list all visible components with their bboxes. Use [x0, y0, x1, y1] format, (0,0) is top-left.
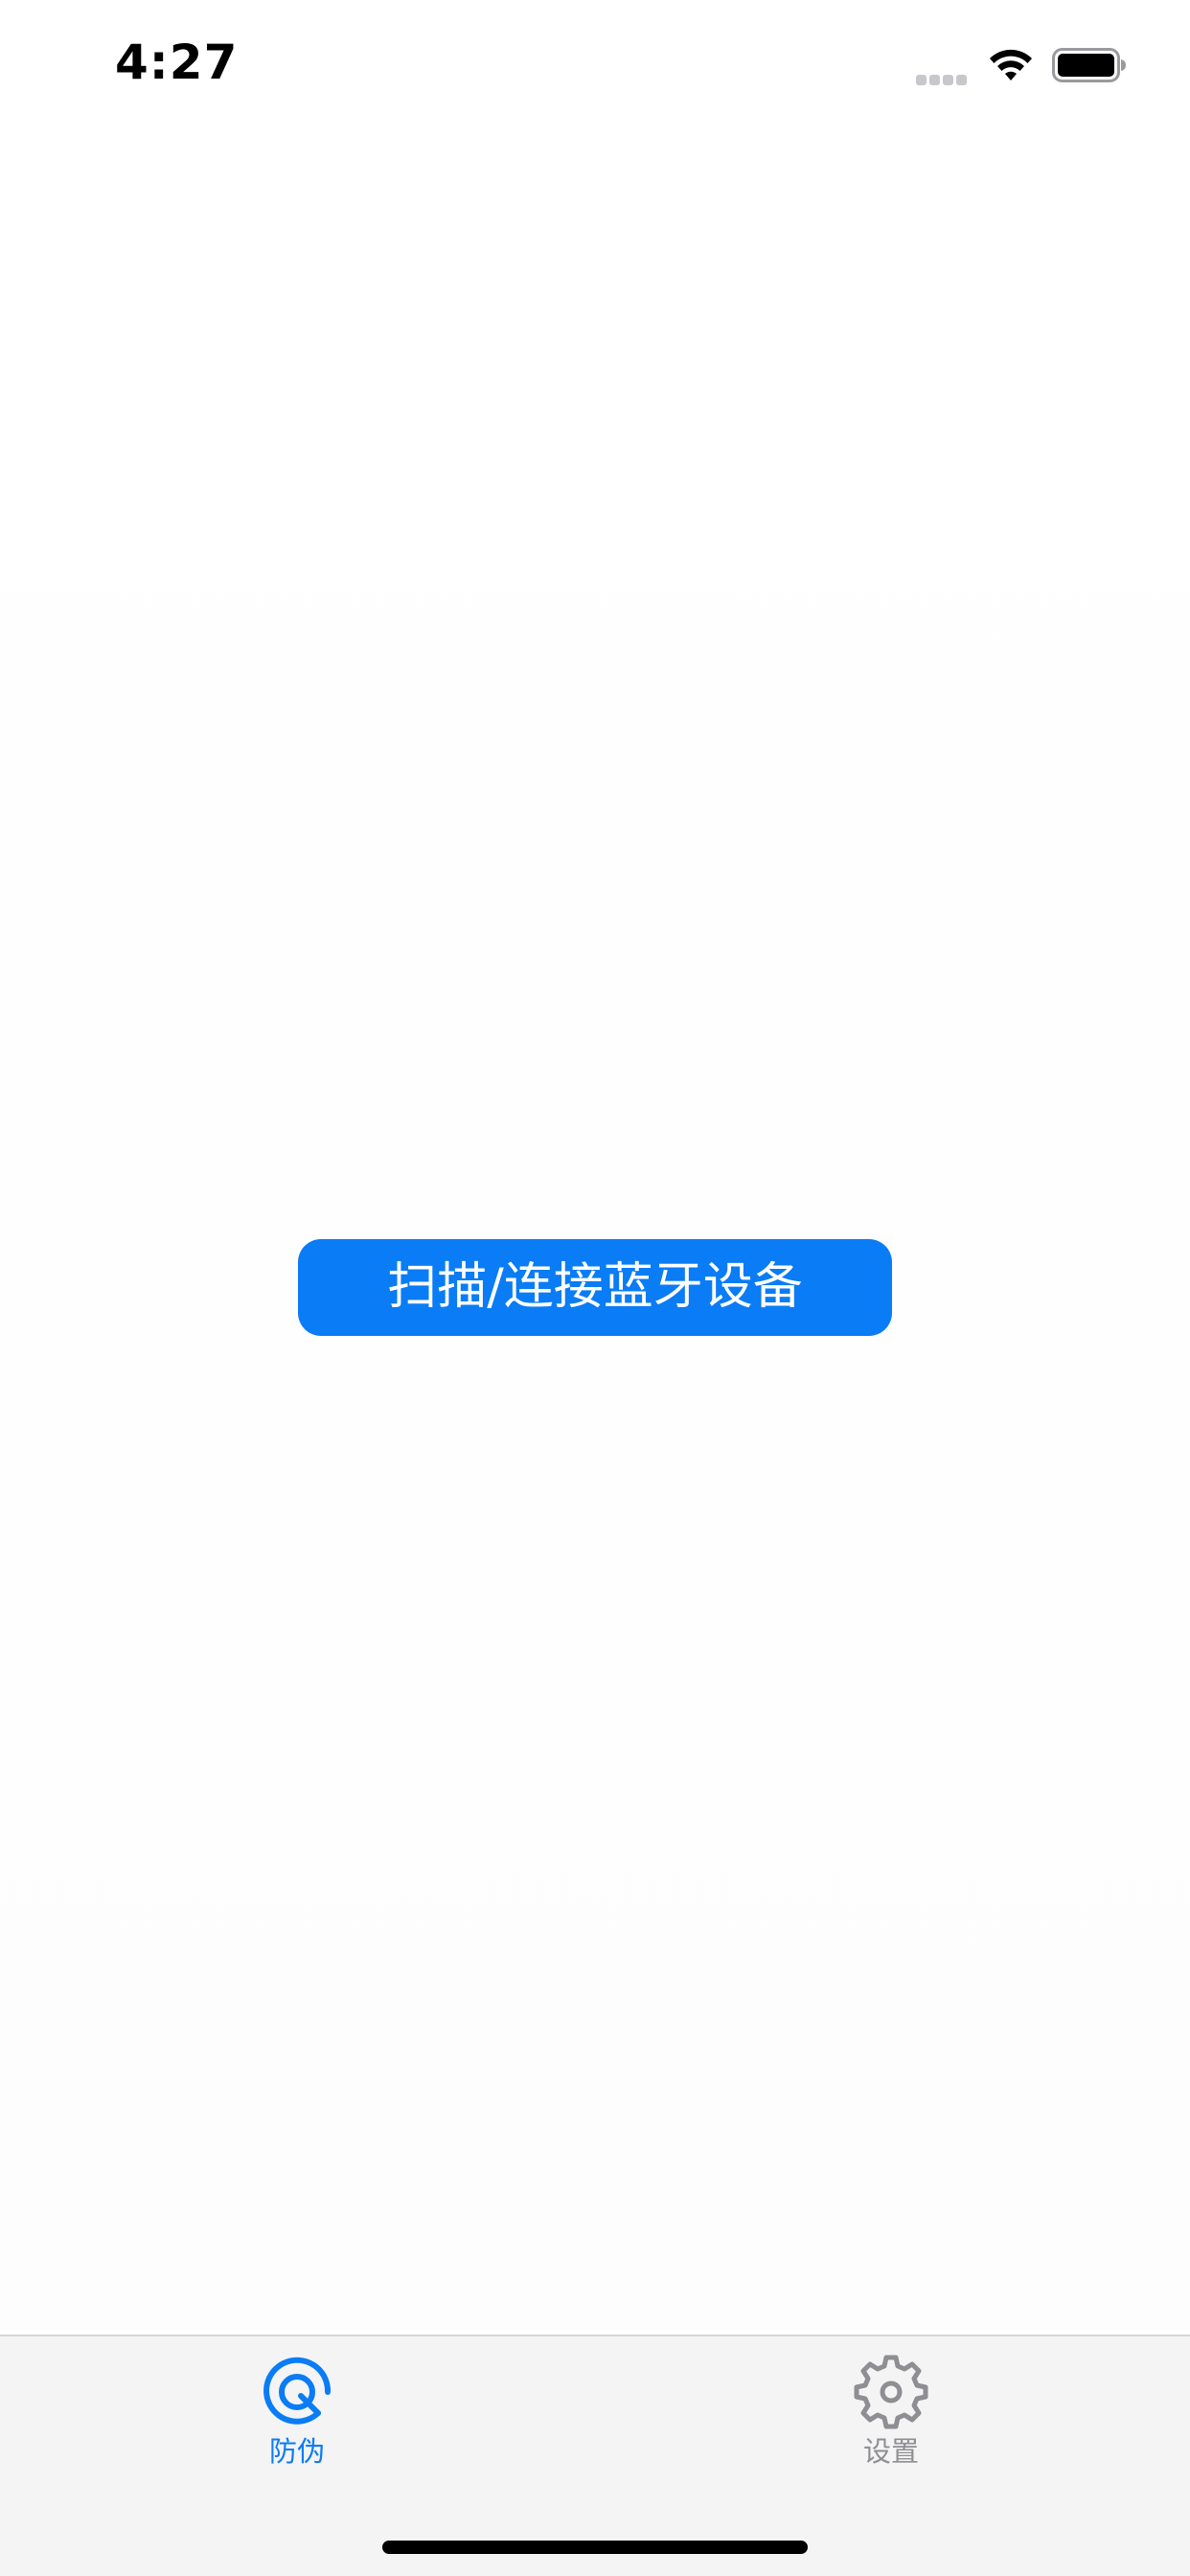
- tab-bar: 防伪 设置: [0, 2334, 1190, 2576]
- signal-dots-icon: [916, 71, 970, 85]
- tab-anti-counterfeit-label: 防伪: [268, 2435, 325, 2468]
- scan-target-icon: [263, 2357, 332, 2425]
- status-bar: 4:27: [0, 0, 1190, 134]
- battery-icon: [1052, 48, 1126, 82]
- tab-settings[interactable]: 设置: [814, 2354, 968, 2478]
- tab-settings-label: 设置: [862, 2435, 919, 2468]
- home-indicator[interactable]: [382, 2541, 808, 2554]
- wifi-icon: [990, 49, 1032, 80]
- gear-icon: [854, 2355, 928, 2429]
- status-time: 4:27: [115, 34, 239, 90]
- tab-anti-counterfeit[interactable]: 防伪: [220, 2354, 374, 2478]
- main-content: 扫描/连接蓝牙设备: [0, 134, 1190, 2334]
- scan-connect-bluetooth-button[interactable]: 扫描/连接蓝牙设备: [298, 1239, 892, 1336]
